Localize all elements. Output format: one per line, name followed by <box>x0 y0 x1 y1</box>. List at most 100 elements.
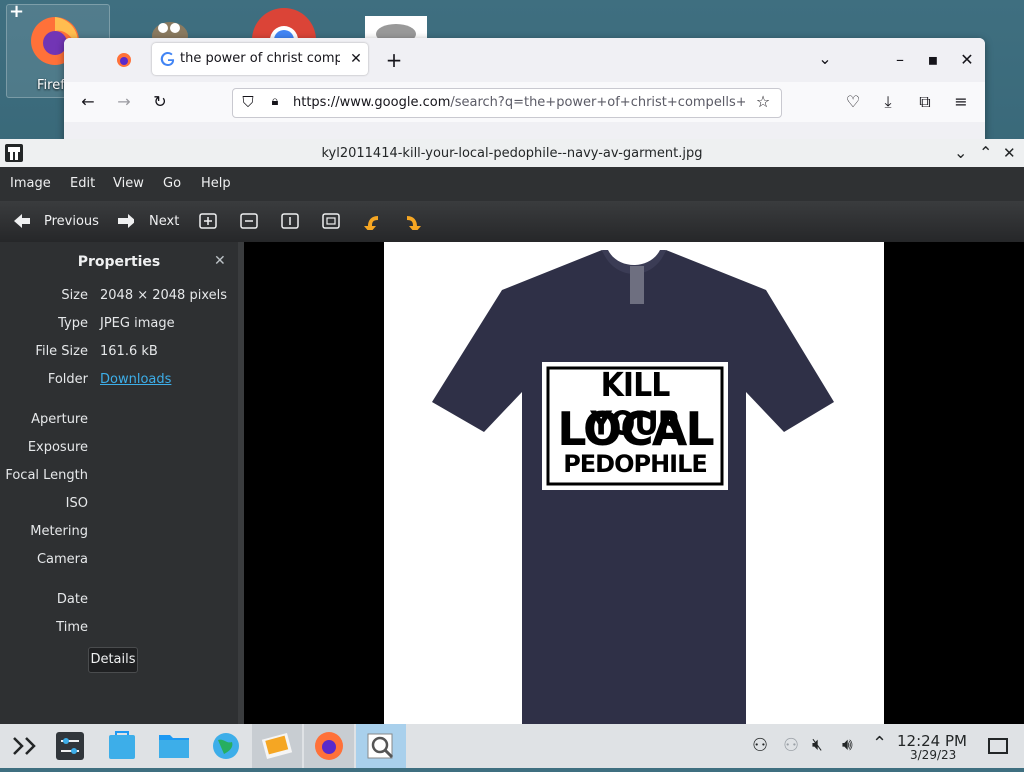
close-window-button[interactable]: ✕ <box>955 48 979 72</box>
zoom-in-icon[interactable] <box>199 212 217 230</box>
rotate-left-icon[interactable] <box>362 212 380 230</box>
app-menu-icon[interactable]: ≡ <box>949 90 973 114</box>
viewer-minimize-icon[interactable]: ⌄ <box>954 143 967 162</box>
menu-image[interactable]: Image <box>10 176 51 191</box>
taskbar: ⚇ ⚇ 🔇︎ 🔊︎ ⌃ 12:24 PM 3/29/23 <box>0 724 1024 768</box>
lock-icon[interactable]: 🔒︎ <box>263 90 287 114</box>
muted-speaker-icon[interactable]: 🔇︎ <box>812 735 823 755</box>
previous-button[interactable]: Previous <box>8 201 100 242</box>
viewer-menubar: Image Edit View Go Help <box>0 167 1024 201</box>
firefox-navbar: ← → ↻ ⛉ 🔒︎ https://www.google.com/search… <box>64 82 985 122</box>
firefox-window[interactable]: the power of christ compels ✕ + ⌄ – ◼ ✕ … <box>64 38 985 146</box>
zoom-original-icon[interactable] <box>281 212 299 230</box>
desktop-gimp-icon[interactable] <box>145 16 195 50</box>
task-viewer-active[interactable] <box>356 724 406 768</box>
properties-row-size: Size 2048 × 2048 pixels <box>61 288 227 303</box>
discover-store-icon <box>109 731 135 759</box>
tray-expand-chevron-icon[interactable]: ⌃ <box>872 733 887 754</box>
label-time: Time <box>56 620 88 635</box>
menu-edit[interactable]: Edit <box>70 176 95 191</box>
task-image-viewer-alt[interactable] <box>252 724 302 768</box>
task-firefox[interactable] <box>304 724 354 768</box>
volume-icon[interactable]: 🔊︎ <box>842 735 853 755</box>
shirt-text-line-3: PEDOPHILE <box>563 450 708 478</box>
clock-date[interactable]: 3/29/23 <box>910 748 956 762</box>
url-bar[interactable]: ⛉ 🔒︎ https://www.google.com/search?q=the… <box>232 88 782 118</box>
zoom-out-icon[interactable] <box>240 212 258 230</box>
folder-link[interactable]: Downloads <box>100 372 171 387</box>
tshirt-graphic <box>432 250 834 724</box>
network-icon[interactable]: ⚇ <box>783 735 799 756</box>
app-launcher-icon <box>13 737 36 755</box>
label-exposure: Exposure <box>27 440 88 455</box>
google-favicon-icon <box>160 52 175 67</box>
image-thumbnail-icon <box>376 24 416 44</box>
label-date: Date <box>56 592 88 607</box>
user-icon[interactable]: ⚇ <box>752 735 768 756</box>
viewer-titlebar[interactable]: kyl2011414-kill-your-local-pedophile--na… <box>0 139 1024 167</box>
menu-go[interactable]: Go <box>163 176 181 191</box>
label-camera: Camera <box>36 552 88 567</box>
rotate-right-icon[interactable] <box>403 212 421 230</box>
globe-icon <box>213 733 239 759</box>
firefox-tab-title: the power of christ compels <box>180 51 340 66</box>
show-desktop-icon[interactable] <box>988 738 1008 754</box>
viewer-close-icon[interactable]: ✕ <box>1003 144 1016 162</box>
label-focal-length: Focal Length <box>5 468 88 483</box>
properties-title: Properties <box>77 254 161 270</box>
add-icon[interactable]: + <box>9 1 24 22</box>
task-browser-globe[interactable] <box>202 724 250 768</box>
back-button[interactable]: ← <box>76 90 100 114</box>
app-launcher-button[interactable] <box>0 724 48 768</box>
menu-view[interactable]: View <box>113 176 144 191</box>
details-button[interactable]: Details <box>88 647 138 673</box>
close-sidebar-icon[interactable]: ✕ <box>214 253 226 269</box>
properties-header: Properties ✕ <box>0 242 240 282</box>
close-tab-icon[interactable]: ✕ <box>344 47 368 71</box>
label-aperture: Aperture <box>31 412 88 427</box>
task-discover[interactable] <box>98 724 146 768</box>
properties-row-folder: Folder Downloads <box>47 372 172 387</box>
url-text: https://www.google.com/search?q=the+powe… <box>293 95 745 110</box>
next-button[interactable]: Next <box>114 201 184 242</box>
task-file-manager[interactable] <box>150 724 198 768</box>
bookmark-star-icon[interactable]: ☆ <box>751 90 775 114</box>
new-tab-button[interactable]: + <box>382 48 406 72</box>
tracking-shield-icon[interactable]: ⛉ <box>236 90 260 114</box>
maximize-button[interactable]: ◼ <box>921 48 945 72</box>
label-iso: ISO <box>65 496 88 511</box>
viewer-title: kyl2011414-kill-your-local-pedophile--na… <box>321 146 703 161</box>
desktop-image-icon[interactable] <box>365 16 427 44</box>
pocket-icon[interactable]: ♡ <box>841 90 865 114</box>
downloads-icon[interactable]: ⤓ <box>876 90 900 114</box>
properties-row-type: Type JPEG image <box>58 316 175 331</box>
image-viewer-taskbar-icon <box>367 733 394 759</box>
extensions-icon[interactable]: ⧉ <box>913 90 937 114</box>
list-tabs-chevron-icon[interactable]: ⌄ <box>813 47 837 71</box>
displayed-image: KILL YOUR LOCAL PEDOPHILE <box>384 242 884 724</box>
desktop-firefox-label: Firef <box>37 78 65 93</box>
viewer-maximize-icon[interactable]: ⌃ <box>979 143 992 162</box>
shirt-text-line-2: LOCAL <box>557 402 714 456</box>
chrome-logo-icon <box>252 8 316 72</box>
task-system-settings[interactable] <box>46 724 94 768</box>
minimize-button[interactable]: – <box>888 48 912 72</box>
firefox-tabbar: the power of christ compels ✕ + ⌄ – ◼ ✕ <box>64 38 985 82</box>
forward-button[interactable]: → <box>112 90 136 114</box>
desktop-chrome-icon[interactable] <box>250 6 318 72</box>
firefox-view-icon[interactable] <box>116 52 132 68</box>
previous-arrow-icon <box>14 214 30 228</box>
firefox-tab-active[interactable]: the power of christ compels ✕ <box>152 43 368 75</box>
folder-icon <box>159 735 189 758</box>
next-arrow-icon <box>118 214 134 228</box>
properties-row-filesize: File Size 161.6 kB <box>35 344 158 359</box>
firefox-taskbar-icon <box>315 732 343 760</box>
settings-icon <box>56 732 84 760</box>
reload-button[interactable]: ↻ <box>148 90 172 114</box>
zoom-fit-icon[interactable] <box>322 212 340 230</box>
menu-help[interactable]: Help <box>201 176 231 191</box>
image-viewer-window[interactable]: kyl2011414-kill-your-local-pedophile--na… <box>0 139 1024 724</box>
image-canvas[interactable]: KILL YOUR LOCAL PEDOPHILE <box>244 242 1024 724</box>
properties-sidebar: Properties ✕ Size 2048 × 2048 pixels Typ… <box>0 242 240 724</box>
label-metering: Metering <box>30 524 88 539</box>
